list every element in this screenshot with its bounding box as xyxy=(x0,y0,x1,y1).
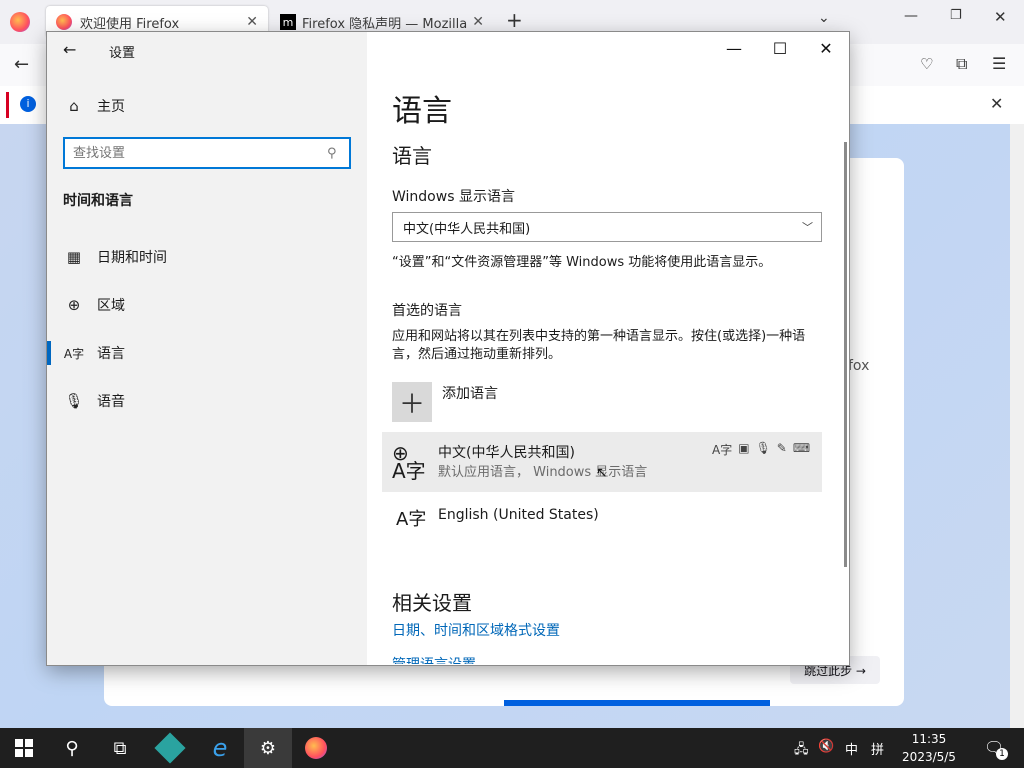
nav-label: 语音 xyxy=(97,394,125,410)
language-pack-icon: ⊕ A字 xyxy=(392,441,426,483)
settings-sidebar: ← 设置 ⌂ 主页 ⚲ 时间和语言 ▦ 日期和时间 ⊕ 区域 A字 语言 🎙 语… xyxy=(47,32,367,665)
preferred-desc: 应用和网站将以其在列表中支持的第一种语言显示。按住(或选择)一种语言，然后通过拖… xyxy=(392,329,806,362)
progress-bar xyxy=(504,700,770,706)
page-title: 语言 xyxy=(392,94,452,129)
active-indicator xyxy=(47,341,51,365)
display-language-label: Windows 显示语言 xyxy=(392,189,515,205)
settings-scrollbar[interactable] xyxy=(844,142,847,567)
search-icon: ⚲ xyxy=(327,145,337,161)
clock-calendar-icon: ▦ xyxy=(66,248,82,266)
close-button[interactable]: ✕ xyxy=(803,32,849,64)
language-item[interactable]: A字 English (United States) xyxy=(382,497,822,557)
tab-title: 欢迎使用 Firefox xyxy=(80,16,180,32)
ime-mode-icon[interactable]: 拼 xyxy=(871,739,884,758)
maximize-browser-icon[interactable]: ❐ xyxy=(950,8,962,23)
start-button[interactable] xyxy=(0,728,48,768)
section-heading: 时间和语言 xyxy=(63,193,133,209)
settings-window: ← 设置 ⌂ 主页 ⚲ 时间和语言 ▦ 日期和时间 ⊕ 区域 A字 语言 🎙 语… xyxy=(47,32,849,665)
maximize-button[interactable]: ☐ xyxy=(757,32,803,64)
nav-label: 日期和时间 xyxy=(97,250,167,266)
speech-icon: 🎙 xyxy=(755,441,771,455)
cursor-icon: ↖ xyxy=(596,465,608,481)
firefox-taskbar-icon[interactable] xyxy=(292,728,340,768)
language-item[interactable]: ⊕ A字 中文(中华人民共和国) 默认应用语言， Windows 显示语言 A字 … xyxy=(382,432,822,492)
globe-icon: ⊕ xyxy=(67,296,81,314)
back-icon[interactable]: ← xyxy=(14,54,29,75)
pen-icon: ✎ xyxy=(776,441,787,455)
add-language-label[interactable]: 添加语言 xyxy=(442,383,498,403)
nav-label: 区域 xyxy=(97,298,125,314)
notice-accent xyxy=(6,92,9,118)
related-link-manage-language[interactable]: 管理语言设置 xyxy=(392,654,476,664)
ime-indicator[interactable]: 中 xyxy=(845,739,858,758)
firefox-menu-icon[interactable] xyxy=(10,12,30,32)
date: 2023/5/5 xyxy=(902,750,956,764)
taskbar: ⚲ ⧉ e ⚙ 🖧 🔇 中 拼 11:35 2023/5/5 🗨 1 xyxy=(0,728,1024,768)
language-icon: A字 xyxy=(63,346,85,361)
back-arrow-icon[interactable]: ← xyxy=(63,40,76,59)
app-menu-icon[interactable]: ☰ xyxy=(992,54,1006,73)
home-icon: ⌂ xyxy=(69,97,79,115)
nav-region[interactable]: ⊕ 区域 xyxy=(63,289,353,321)
nav-speech[interactable]: 🎙 语音 xyxy=(63,385,353,417)
minimize-button[interactable]: — xyxy=(711,32,757,64)
display-language-desc: “设置”和“文件资源管理器”等 Windows 功能将使用此语言显示。 xyxy=(392,255,772,270)
display-language-select[interactable]: 中文(中华人民共和国) ﹀ xyxy=(392,212,822,242)
settings-taskbar-icon[interactable]: ⚙ xyxy=(244,728,292,768)
nav-date-time[interactable]: ▦ 日期和时间 xyxy=(63,241,353,273)
app-pinned-icon[interactable] xyxy=(146,728,194,768)
browser-scrollbar[interactable] xyxy=(1010,124,1024,728)
add-language-button[interactable]: ＋ xyxy=(392,382,432,422)
display-language-value: 中文(中华人民共和国) xyxy=(403,221,531,237)
close-tab-icon[interactable]: ✕ xyxy=(472,14,484,30)
close-browser-icon[interactable]: ✕ xyxy=(994,8,1007,26)
handwriting-icon: ▣ xyxy=(738,441,750,455)
minimize-browser-icon[interactable]: — xyxy=(904,8,918,24)
close-notice-icon[interactable]: ✕ xyxy=(990,94,1003,113)
language-sub: 默认应用语言， Windows 显示语言 xyxy=(438,465,648,480)
language-name: English (United States) xyxy=(438,507,599,523)
clock[interactable]: 11:35 2023/5/5 xyxy=(894,730,964,766)
new-tab-button[interactable]: + xyxy=(506,8,523,32)
language-features: A字 ▣ 🎙 ✎ ⌨ xyxy=(706,441,810,458)
info-icon: i xyxy=(20,96,36,112)
nav-label: 语言 xyxy=(97,346,125,362)
display-language-icon: A字 xyxy=(712,443,733,457)
pocket-icon[interactable]: ♡ xyxy=(920,55,933,73)
firefox-tab-icon xyxy=(56,14,72,30)
tab-title: Firefox 隐私声明 — Mozilla xyxy=(302,16,468,32)
window-title: 设置 xyxy=(109,46,136,61)
close-tab-icon[interactable]: ✕ xyxy=(246,14,258,30)
preferred-title: 首选的语言 xyxy=(392,303,462,319)
list-tabs-icon[interactable]: ⌄ xyxy=(818,10,830,26)
related-link-date-time[interactable]: 日期、时间和区域格式设置 xyxy=(392,620,560,640)
nav-language[interactable]: A字 语言 xyxy=(63,337,353,369)
related-title: 相关设置 xyxy=(392,591,472,615)
search-input[interactable] xyxy=(65,144,327,162)
search-settings[interactable]: ⚲ xyxy=(63,137,351,169)
nav-home[interactable]: ⌂ 主页 xyxy=(63,90,353,122)
network-icon[interactable]: 🖧 xyxy=(794,740,809,762)
search-taskbar-icon[interactable]: ⚲ xyxy=(48,728,96,768)
nav-home-label: 主页 xyxy=(97,99,125,115)
keyboard-icon: ⌨ xyxy=(792,441,811,455)
notification-badge: 1 xyxy=(996,748,1008,760)
microphone-icon: 🎙 xyxy=(64,392,84,410)
language-pack-icon: A字 xyxy=(396,509,427,530)
welcome-side-text: fox xyxy=(848,358,870,374)
extensions-icon[interactable]: ⧉ xyxy=(956,54,967,74)
task-view-icon[interactable]: ⧉ xyxy=(96,728,144,768)
windows-icon xyxy=(15,739,33,757)
chevron-down-icon: ﹀ xyxy=(802,221,813,234)
volume-muted-icon[interactable]: 🔇 xyxy=(818,739,834,754)
mozilla-tab-icon: m xyxy=(280,14,296,30)
time: 11:35 xyxy=(911,732,947,746)
ie-icon[interactable]: e xyxy=(196,728,244,768)
language-name: 中文(中华人民共和国) xyxy=(438,445,575,461)
section-title: 语言 xyxy=(392,144,432,168)
